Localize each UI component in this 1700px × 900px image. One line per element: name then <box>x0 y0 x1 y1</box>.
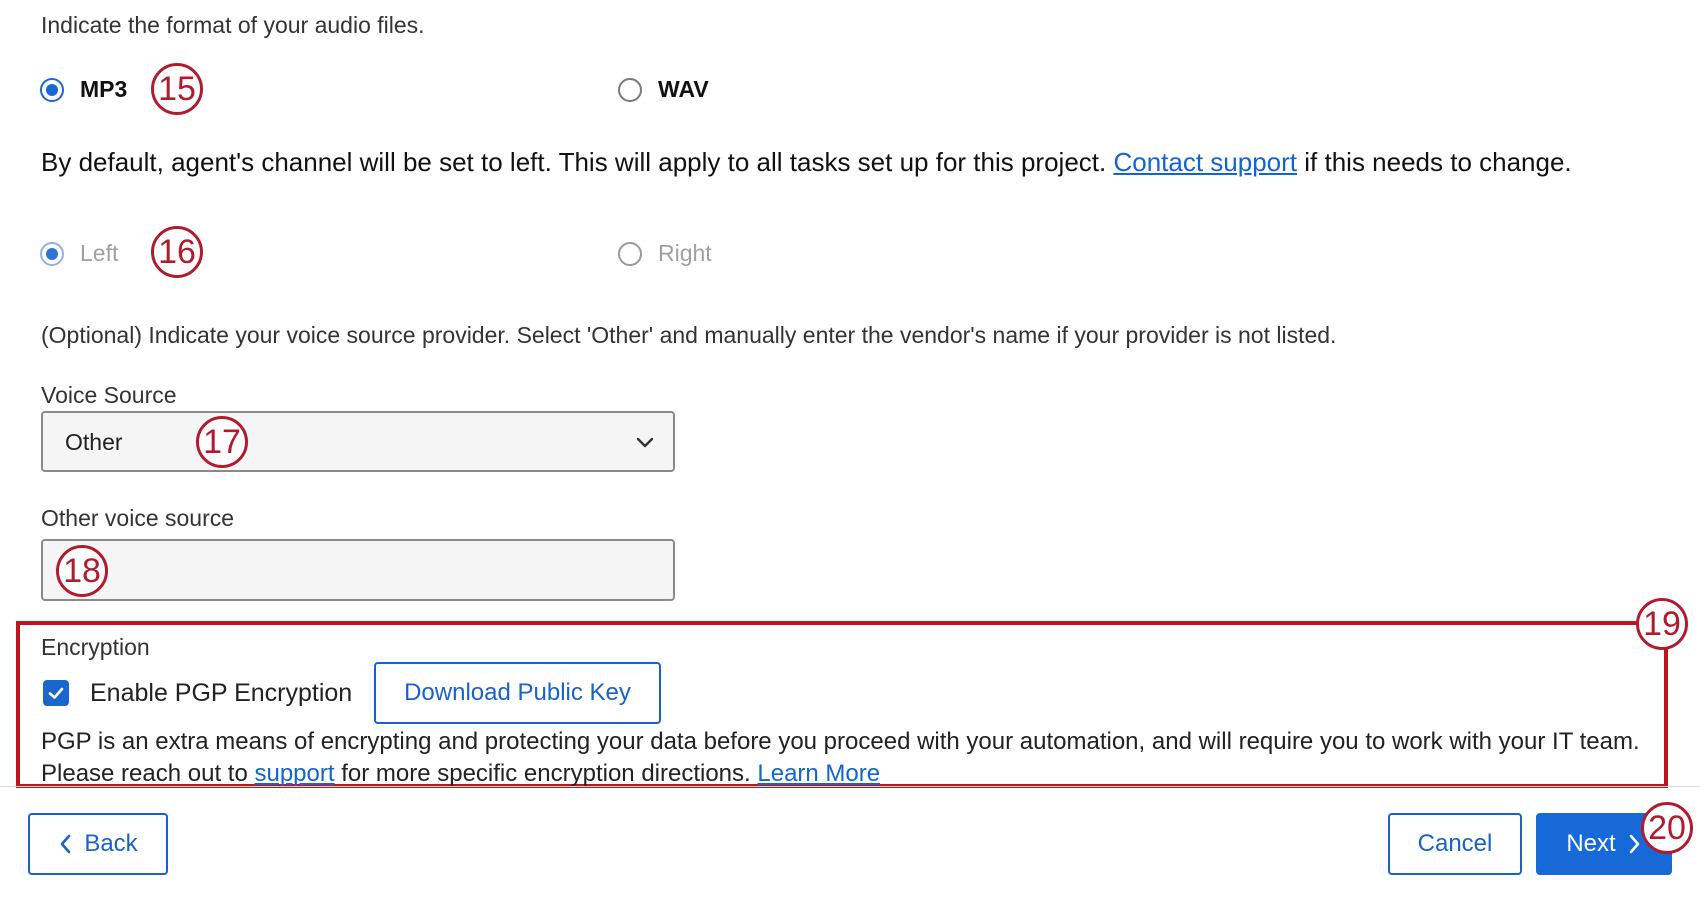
other-voice-source-input[interactable] <box>41 539 675 601</box>
radio-wav-indicator[interactable] <box>618 78 642 102</box>
voice-source-selected-value: Other <box>65 429 123 455</box>
back-button[interactable]: Back <box>28 813 168 875</box>
radio-mp3-label[interactable]: MP3 <box>80 76 127 103</box>
footer-divider <box>0 786 1700 787</box>
other-voice-source-label: Other voice source <box>41 505 235 531</box>
learn-more-link[interactable]: Learn More <box>757 760 880 787</box>
channel-notice-text-after: if this needs to change. <box>1297 147 1572 177</box>
back-button-label: Back <box>84 830 138 857</box>
checkmark-icon <box>48 687 64 699</box>
encryption-description: PGP is an extra means of encrypting and … <box>41 726 1661 790</box>
callout-20: 20 <box>1641 802 1693 854</box>
radio-mp3-indicator[interactable] <box>40 78 64 102</box>
chevron-right-icon <box>1629 834 1639 854</box>
audio-format-prompt: Indicate the format of your audio files. <box>41 12 425 38</box>
contact-support-link[interactable]: Contact support <box>1113 147 1297 177</box>
callout-15: 15 <box>151 63 203 115</box>
callout-18: 18 <box>56 545 108 597</box>
voice-source-label: Voice Source <box>41 382 177 408</box>
next-button-label: Next <box>1566 830 1616 857</box>
support-link[interactable]: support <box>254 760 334 787</box>
download-public-key-button[interactable]: Download Public Key <box>374 662 661 724</box>
radio-left-label: Left <box>80 240 119 266</box>
callout-19: 19 <box>1636 598 1688 650</box>
voice-source-select[interactable]: Other <box>41 411 675 472</box>
cancel-button[interactable]: Cancel <box>1388 813 1522 875</box>
encryption-title: Encryption <box>41 634 150 660</box>
callout-16: 16 <box>151 226 203 278</box>
encryption-desc-text-2: for more specific encryption directions. <box>334 760 758 787</box>
chevron-down-icon <box>636 437 654 448</box>
radio-right-indicator <box>618 242 642 266</box>
channel-notice: By default, agent's channel will be set … <box>41 146 1661 178</box>
voice-source-prompt: (Optional) Indicate your voice source pr… <box>41 322 1337 348</box>
radio-right-label: Right <box>658 240 712 266</box>
callout-17: 17 <box>196 416 248 468</box>
chevron-left-icon <box>61 834 71 854</box>
radio-wav-label[interactable]: WAV <box>658 76 709 103</box>
enable-pgp-checkbox[interactable] <box>43 680 69 706</box>
radio-left-indicator <box>40 242 64 266</box>
channel-notice-text-before: By default, agent's channel will be set … <box>41 147 1114 177</box>
enable-pgp-label[interactable]: Enable PGP Encryption <box>90 679 352 708</box>
